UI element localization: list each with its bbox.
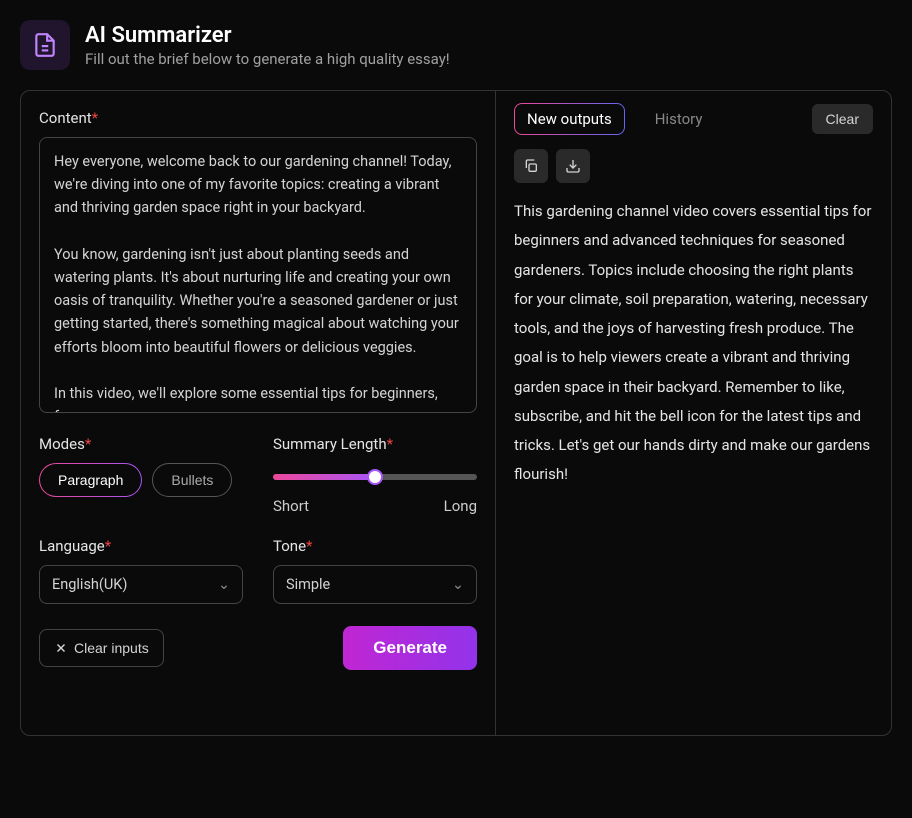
copy-button[interactable]	[514, 149, 548, 183]
mode-bullets[interactable]: Bullets	[152, 463, 232, 497]
language-select[interactable]: English(UK) ⌄	[39, 565, 243, 604]
output-text: This gardening channel video covers esse…	[514, 197, 873, 490]
language-value: English(UK)	[52, 576, 127, 593]
app-subtitle: Fill out the brief below to generate a h…	[85, 50, 450, 68]
output-panel: New outputs History Clear This gardening…	[496, 91, 891, 735]
main-card: Content* Modes* Paragraph Bullets Summar…	[20, 90, 892, 736]
mode-paragraph[interactable]: Paragraph	[39, 463, 142, 497]
length-slider[interactable]	[273, 463, 477, 491]
close-icon	[54, 641, 68, 655]
tone-label: Tone*	[273, 537, 477, 555]
document-icon	[32, 32, 58, 58]
input-panel: Content* Modes* Paragraph Bullets Summar…	[21, 91, 496, 735]
length-long-label: Long	[444, 497, 477, 515]
chevron-down-icon: ⌄	[452, 576, 464, 593]
modes-group: Paragraph Bullets	[39, 463, 243, 497]
chevron-down-icon: ⌄	[218, 576, 230, 593]
length-label: Summary Length*	[273, 435, 477, 453]
generate-button[interactable]: Generate	[343, 626, 477, 670]
tone-value: Simple	[286, 576, 330, 593]
download-icon	[565, 158, 581, 174]
app-title: AI Summarizer	[85, 23, 450, 48]
content-label: Content*	[39, 109, 477, 127]
download-button[interactable]	[556, 149, 590, 183]
header-text: AI Summarizer Fill out the brief below t…	[85, 23, 450, 68]
tone-select[interactable]: Simple ⌄	[273, 565, 477, 604]
app-header: AI Summarizer Fill out the brief below t…	[20, 20, 892, 70]
clear-inputs-button[interactable]: Clear inputs	[39, 629, 164, 667]
tab-history[interactable]: History	[643, 104, 715, 134]
content-textarea[interactable]	[39, 137, 477, 413]
app-icon	[20, 20, 70, 70]
length-short-label: Short	[273, 497, 309, 515]
language-label: Language*	[39, 537, 243, 555]
copy-icon	[523, 158, 539, 174]
tab-new-outputs[interactable]: New outputs	[514, 103, 625, 135]
modes-label: Modes*	[39, 435, 243, 453]
output-tabs: New outputs History	[514, 103, 714, 135]
clear-output-button[interactable]: Clear	[812, 104, 873, 134]
